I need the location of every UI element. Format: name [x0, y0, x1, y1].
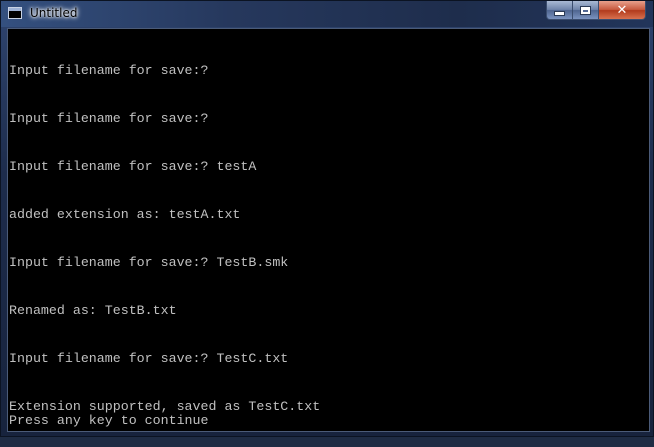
- console-line: Input filename for save:?: [9, 63, 209, 78]
- close-icon: ✕: [616, 2, 628, 18]
- console-line: Renamed as: TestB.txt: [9, 303, 177, 318]
- maximize-icon: [580, 5, 591, 15]
- console-line: Input filename for save:? TestC.txt: [9, 351, 289, 366]
- window-title: Untitled: [30, 6, 78, 20]
- console-output[interactable]: Input filename for save:? Input filename…: [7, 28, 650, 432]
- minimize-button[interactable]: [546, 1, 573, 20]
- console-line: Input filename for save:? TestB.smk: [9, 255, 289, 270]
- maximize-button[interactable]: [573, 1, 599, 20]
- console-window-icon[interactable]: [8, 7, 22, 19]
- console-line: added extension as: testA.txt: [9, 207, 241, 222]
- press-any-key-prompt: Press any key to continue: [9, 413, 209, 428]
- console-window: Untitled ✕ Input filename for save:? Inp…: [0, 0, 654, 437]
- console-lines: Input filename for save:? Input filename…: [9, 31, 320, 447]
- minimize-icon: [554, 10, 565, 16]
- console-line: Input filename for save:? testA: [9, 159, 257, 174]
- caption-buttons: ✕: [546, 1, 646, 20]
- close-button[interactable]: ✕: [599, 1, 646, 20]
- title-bar[interactable]: Untitled ✕: [1, 1, 653, 27]
- console-line: Input filename for save:?: [9, 111, 209, 126]
